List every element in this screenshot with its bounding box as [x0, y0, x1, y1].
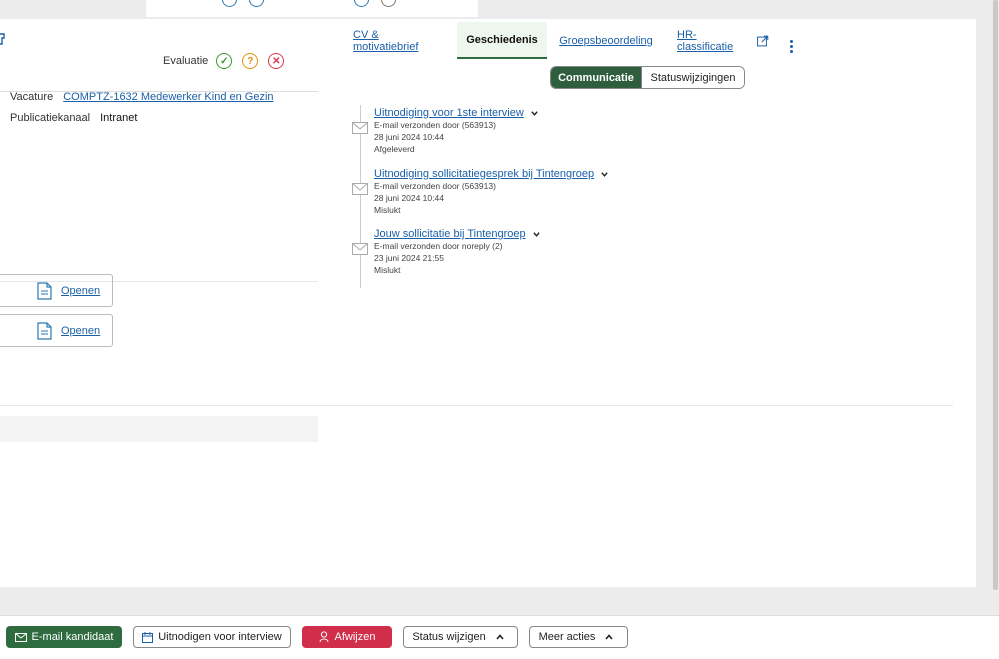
- step-circle-icon[interactable]: [222, 0, 237, 7]
- chevron-down-icon[interactable]: [533, 231, 540, 238]
- history-item-title[interactable]: Jouw sollicitatie bij Tintengroep: [374, 228, 526, 240]
- chevron-down-icon[interactable]: [601, 171, 608, 178]
- publicatiekanaal-row: Publicatiekanaal Intranet: [10, 112, 137, 124]
- external-link-icon[interactable]: [757, 35, 769, 47]
- history-item-title[interactable]: Uitnodiging sollicitatiegesprek bij Tint…: [374, 168, 594, 180]
- publicatiekanaal-label: Publicatiekanaal: [10, 112, 91, 124]
- email-candidate-label: E-mail kandidaat: [31, 631, 114, 643]
- chevron-up-icon: [605, 634, 614, 640]
- email-candidate-button[interactable]: E-mail kandidaat: [6, 626, 122, 648]
- top-step-strip: [146, 0, 478, 17]
- history-filter-toggle: Communicatie Statuswijzigingen: [550, 66, 745, 89]
- history-item-status: Afgeleverd: [374, 144, 415, 154]
- history-item-status: Mislukt: [374, 265, 401, 275]
- tab-label[interactable]: CV & motivatiebrief: [353, 29, 443, 53]
- history-item-status: Mislukt: [374, 205, 401, 215]
- change-status-label: Status wijzigen: [412, 631, 486, 643]
- document-row: Openen: [0, 314, 113, 347]
- x-icon[interactable]: ✕: [268, 53, 285, 69]
- evaluation-label: Evaluatie: [163, 55, 209, 67]
- tab-groepsbeoordeling[interactable]: Groepsbeoordeling: [559, 22, 653, 59]
- history-item-date: 28 juni 2024 10:44: [374, 132, 444, 142]
- more-actions-button[interactable]: Meer acties: [529, 626, 628, 648]
- user-reject-icon: [319, 631, 329, 643]
- action-bar: E-mail kandidaat Uitnodigen voor intervi…: [0, 615, 999, 659]
- tab-label: Geschiedenis: [466, 33, 538, 46]
- question-icon[interactable]: ?: [242, 53, 259, 69]
- segment-statuswijzigingen[interactable]: Statuswijzigingen: [641, 67, 744, 88]
- tab-cv-motivatiebrief[interactable]: CV & motivatiebrief: [353, 22, 443, 59]
- envelope-icon: [352, 183, 368, 195]
- chevron-down-icon[interactable]: [531, 110, 538, 117]
- step-circle-icon[interactable]: [249, 0, 264, 7]
- envelope-icon: [352, 243, 368, 255]
- step-circle-icon[interactable]: [381, 0, 396, 7]
- tab-geschiedenis[interactable]: Geschiedenis: [457, 22, 547, 59]
- section-band: [0, 416, 318, 442]
- publicatiekanaal-value: Intranet: [100, 112, 138, 124]
- calendar-icon: [142, 631, 154, 643]
- envelope-icon: [352, 122, 368, 134]
- envelope-icon: [14, 632, 27, 642]
- reject-button[interactable]: Afwijzen: [302, 626, 392, 648]
- invite-interview-button[interactable]: Uitnodigen voor interview: [133, 626, 291, 648]
- step-circle-icon[interactable]: [354, 0, 369, 7]
- scrollbar-thumb[interactable]: [993, 0, 998, 590]
- open-document-link[interactable]: Openen: [61, 285, 100, 297]
- reject-label: Afwijzen: [334, 631, 376, 643]
- evaluation-bar: Evaluatie ✓ ? ✕: [163, 53, 294, 69]
- divider: [0, 405, 953, 406]
- segment-communicatie[interactable]: Communicatie: [551, 67, 641, 88]
- history-item-date: 23 juni 2024 21:55: [374, 253, 444, 263]
- document-row: Openen: [0, 274, 113, 307]
- document-icon: [37, 282, 52, 300]
- tab-label[interactable]: Groepsbeoordeling: [559, 35, 653, 47]
- history-item-sender: E-mail verzonden door (563913): [374, 181, 496, 191]
- history-item-sender: E-mail verzonden door (563913): [374, 120, 496, 130]
- history-item-sender: E-mail verzonden door noreply (2): [374, 241, 503, 251]
- vacature-link[interactable]: COMPTZ-1632 Medewerker Kind en Gezin: [63, 91, 273, 103]
- vacature-row: Vacature COMPTZ-1632 Medewerker Kind en G…: [10, 91, 274, 103]
- history-item-date: 28 juni 2024 10:44: [374, 193, 444, 203]
- invite-interview-label: Uitnodigen voor interview: [158, 631, 282, 643]
- more-options-icon[interactable]: [790, 40, 794, 55]
- tag-icon[interactable]: [0, 32, 6, 46]
- document-icon: [37, 322, 52, 340]
- vacature-label: Vacature: [10, 91, 54, 103]
- more-actions-label: Meer acties: [538, 631, 596, 643]
- tab-label[interactable]: HR-classificatie: [677, 29, 751, 53]
- chevron-up-icon: [496, 634, 504, 640]
- open-document-link[interactable]: Openen: [61, 325, 100, 337]
- check-icon[interactable]: ✓: [216, 53, 233, 69]
- candidate-card: Evaluatie ✓ ? ✕ Vacature COMPTZ-1632 Mede…: [0, 19, 976, 587]
- tab-hr-classificatie[interactable]: HR-classificatie: [677, 22, 769, 59]
- change-status-button[interactable]: Status wijzigen: [403, 626, 518, 648]
- history-item-title[interactable]: Uitnodiging voor 1ste interview: [374, 107, 524, 119]
